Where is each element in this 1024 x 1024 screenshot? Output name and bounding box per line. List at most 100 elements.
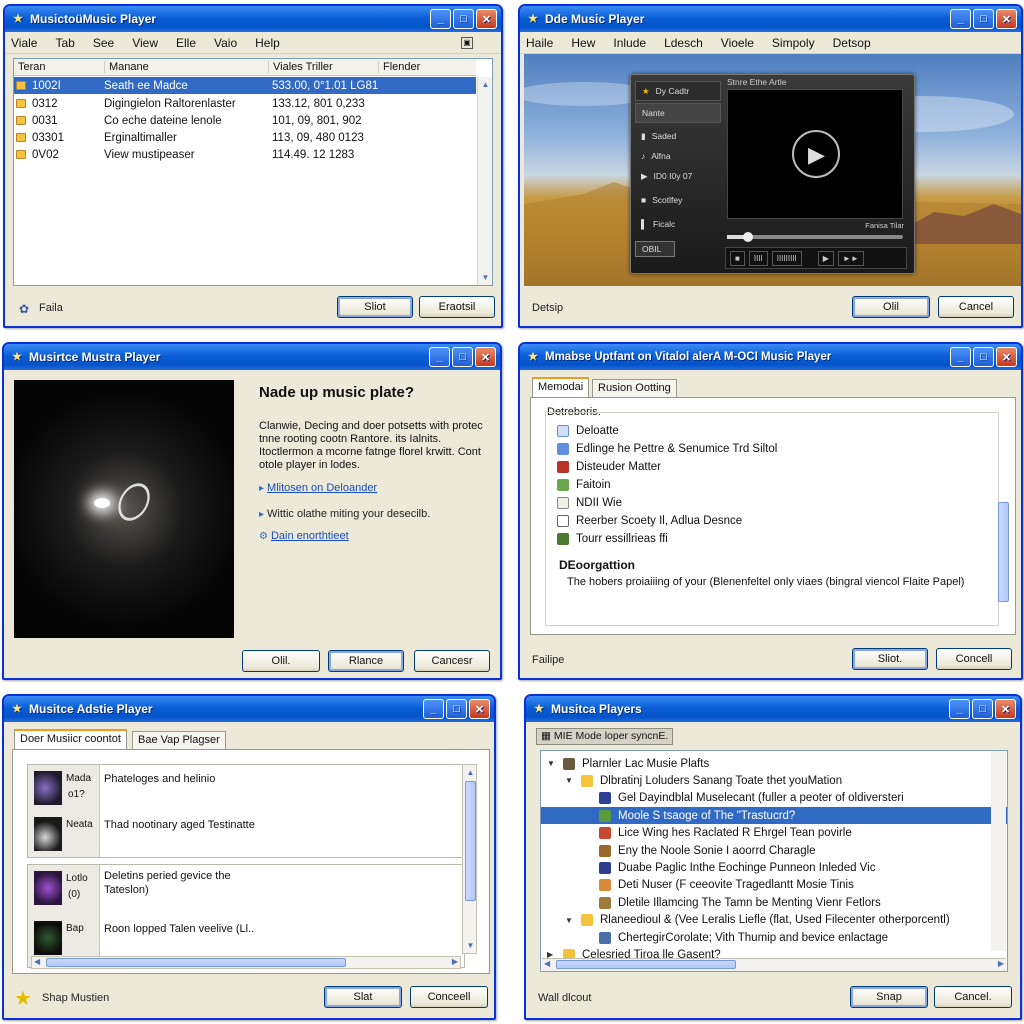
list-item[interactable]: Deloatte — [557, 422, 997, 439]
list-item[interactable]: Reerber Scoety Il, Adlua Desnce — [557, 512, 997, 529]
cancel-button[interactable]: Concell — [936, 648, 1012, 670]
side-item[interactable]: ♪ Alfna — [635, 147, 721, 167]
expand-toggle-icon[interactable]: ▼ — [565, 916, 577, 925]
menu-item[interactable]: Vaio — [214, 36, 237, 50]
scroll-thumb[interactable] — [556, 960, 736, 969]
video-screen[interactable]: ▶ — [727, 89, 903, 219]
titlebar[interactable]: ★ Dde Music Player _ □ ✕ — [520, 6, 1021, 32]
vertical-scrollbar[interactable] — [996, 432, 1011, 612]
ok-button[interactable]: Sliot — [337, 296, 413, 318]
scroll-right-icon[interactable]: ▶ — [998, 959, 1004, 968]
minimize-button[interactable]: _ — [429, 347, 450, 367]
expand-toggle-icon[interactable]: ▼ — [547, 759, 559, 768]
next-button[interactable]: ►► — [837, 250, 864, 266]
column-header[interactable]: Manane — [104, 61, 149, 73]
maximize-button[interactable]: □ — [452, 347, 473, 367]
horizontal-scrollbar[interactable]: ◀ ▶ — [542, 958, 1006, 971]
table-row[interactable]: 1002I Seath ee Madce 533.00, 0°1.01 LG81 — [14, 77, 476, 94]
menu-item[interactable]: Help — [255, 36, 280, 50]
side-item[interactable]: ▌ Ficalc — [635, 215, 721, 235]
wizard-link[interactable]: ▸ Wittic olathe miting your desecilb. — [259, 506, 430, 520]
scroll-down-icon[interactable]: ▼ — [479, 271, 492, 284]
scroll-thumb[interactable] — [998, 502, 1009, 602]
titlebar[interactable]: ★ Musitca Players _ □ ✕ — [526, 696, 1020, 722]
menu-item[interactable]: Detsop — [833, 36, 871, 50]
tree-item[interactable]: Lice Wing hes Raclated R Ehrgel Tean pov… — [541, 825, 1007, 842]
titlebar[interactable]: ★ Mmabse Uptfant on Vitalol alerA M-OCI … — [520, 344, 1021, 370]
restore-icon[interactable]: ▣ — [461, 36, 473, 49]
vertical-scrollbar[interactable] — [991, 751, 1006, 951]
menu-item[interactable]: Tab — [55, 36, 74, 50]
side-item[interactable]: ▶ ID0 I0y 07 — [635, 167, 721, 187]
menu-item[interactable]: Simpoly — [772, 36, 815, 50]
cancel-button[interactable]: Cancel — [938, 296, 1014, 318]
titlebar[interactable]: ★ Musirtce Mustra Player _ □ ✕ — [4, 344, 500, 370]
table-row[interactable]: 03301 Erginaltimaller 113, 09, 480 0123 — [14, 129, 476, 146]
maximize-button[interactable]: □ — [973, 347, 994, 367]
cancel-button[interactable]: Eraotsil — [419, 296, 495, 318]
table-row[interactable]: 0312 Digingielon Raltorenlaster 133.12, … — [14, 95, 476, 112]
seek-bar[interactable] — [727, 232, 903, 242]
tree-item[interactable]: Dletile Illamcing The Tamn be Menting Vi… — [541, 894, 1007, 911]
stop-button[interactable]: ■ — [730, 250, 745, 266]
vertical-scrollbar[interactable]: ▲ ▼ — [462, 764, 477, 954]
wizard-link[interactable]: ⚙ Dain enorthtieet — [259, 528, 349, 542]
menu-item[interactable]: Hew — [571, 36, 595, 50]
minimize-button[interactable]: _ — [430, 9, 451, 29]
list-item[interactable]: Tourr essillrieas ffi — [557, 530, 997, 547]
titlebar[interactable]: ★ MusictoüMusic Player _ □ ✕ — [5, 6, 501, 32]
close-button[interactable]: ✕ — [469, 699, 490, 719]
menu-item[interactable]: Ldesch — [664, 36, 703, 50]
close-button[interactable]: ✕ — [475, 347, 496, 367]
minimize-button[interactable]: _ — [950, 347, 971, 367]
tree-item[interactable]: ChertegirCorolate; Vith Thumip and bevic… — [541, 929, 1007, 946]
ok-button[interactable]: Olil. — [242, 650, 320, 672]
ok-button[interactable]: Snap — [850, 986, 928, 1008]
cancel-button[interactable]: Cancel. — [934, 986, 1012, 1008]
table-row[interactable]: 0V02 View mustipeaser 114.49. 12 1283 — [14, 146, 476, 163]
finish-button[interactable]: Rlance — [328, 650, 404, 672]
scroll-down-icon[interactable]: ▼ — [464, 939, 477, 952]
list-item[interactable]: Disteuder Matter — [557, 458, 997, 475]
side-item[interactable]: Nante — [635, 103, 721, 123]
close-button[interactable]: ✕ — [995, 699, 1016, 719]
menu-item[interactable]: Vioele — [721, 36, 754, 50]
tree-item[interactable]: Duabe Paglic Inthe Eochinge Punneon Inle… — [541, 859, 1007, 876]
table-row[interactable]: 0031 Co eche dateine lenole 101, 09, 801… — [14, 112, 476, 129]
tab-music-content[interactable]: Doer Musiicr coontot — [14, 729, 127, 749]
side-item[interactable]: ▮ Saded — [635, 127, 721, 147]
vertical-scrollbar[interactable]: ▲ ▼ — [477, 77, 492, 285]
minimize-button[interactable]: _ — [950, 9, 971, 29]
menu-item[interactable]: View — [132, 36, 158, 50]
tree-item[interactable]: ▼ Plarnler Lac Musie Plafts — [541, 755, 1007, 772]
tab-player[interactable]: Bae Vap Plagser — [132, 731, 226, 749]
close-button[interactable]: ✕ — [996, 9, 1017, 29]
scroll-thumb[interactable] — [46, 958, 346, 967]
ok-button[interactable]: Olil — [852, 296, 930, 318]
ok-button[interactable]: Slat — [324, 986, 402, 1008]
close-button[interactable]: ✕ — [996, 347, 1017, 367]
titlebar[interactable]: ★ Musitce Adstie Player _ □ ✕ — [4, 696, 494, 722]
horizontal-scrollbar[interactable]: ◀ ▶ — [31, 956, 461, 969]
minimize-button[interactable]: _ — [949, 699, 970, 719]
side-item[interactable]: ■ Scotlfey — [635, 191, 721, 211]
seek-handle[interactable] — [743, 232, 754, 242]
list-item[interactable]: Faitoin — [557, 476, 997, 493]
link-text[interactable]: Wittic olathe miting your desecilb. — [267, 508, 430, 520]
ok-button[interactable]: Sliot. — [852, 648, 928, 670]
side-item[interactable]: ★ Dy Cadtr — [635, 81, 721, 101]
tree-item[interactable]: Eny the Noole Sonie I aoorrd Charagle — [541, 842, 1007, 859]
menu-item[interactable]: See — [93, 36, 114, 50]
maximize-button[interactable]: □ — [446, 699, 467, 719]
menu-item[interactable]: Viale — [11, 36, 37, 50]
cancel-button[interactable]: Cancesr — [414, 650, 490, 672]
view-selector[interactable]: ▦ MIE Mode loper syncnE. — [536, 728, 674, 745]
maximize-button[interactable]: □ — [453, 9, 474, 29]
close-button[interactable]: ✕ — [476, 9, 497, 29]
list-item[interactable]: NDII Wie — [557, 494, 997, 511]
column-header[interactable]: Viales Triller — [268, 61, 333, 73]
scroll-up-icon[interactable]: ▲ — [464, 766, 477, 779]
scroll-right-icon[interactable]: ▶ — [452, 957, 458, 966]
scroll-left-icon[interactable]: ◀ — [34, 957, 40, 966]
menu-item[interactable]: Elle — [176, 36, 196, 50]
